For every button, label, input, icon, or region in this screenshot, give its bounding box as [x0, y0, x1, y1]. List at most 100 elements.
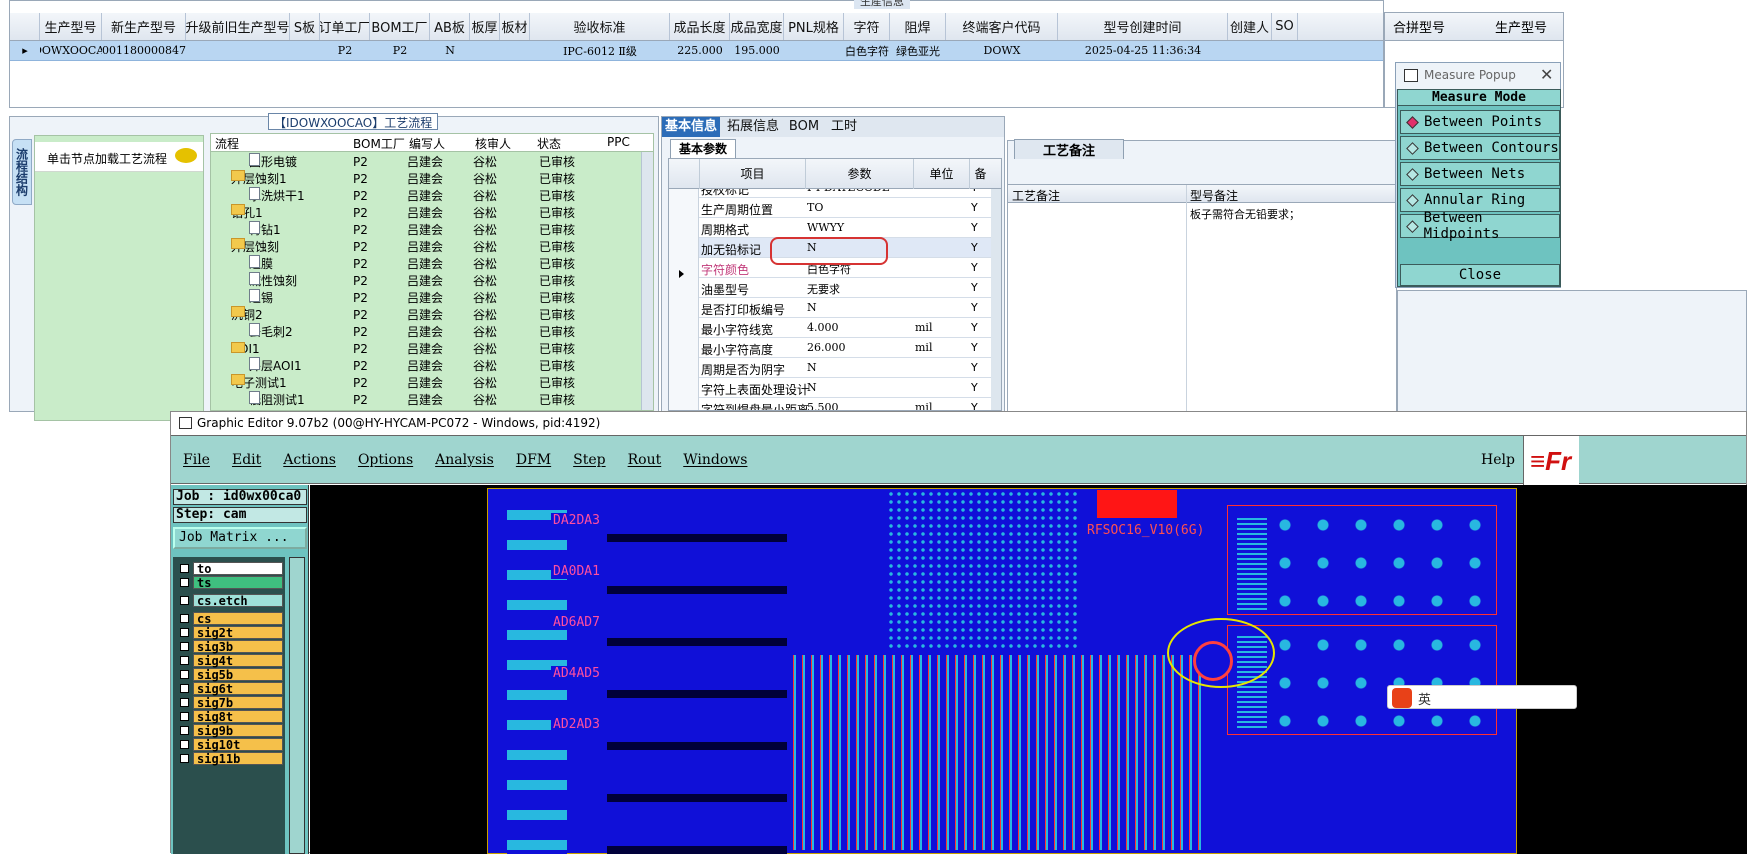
layer-row[interactable]: to [177, 561, 283, 575]
layer-row[interactable]: ts [177, 575, 283, 589]
layer-checkbox[interactable] [180, 627, 189, 637]
column-header[interactable]: 终端客户代码 [946, 13, 1058, 40]
column-header[interactable]: SO [1272, 13, 1298, 40]
flow-column-header[interactable]: 核审人 [475, 135, 511, 152]
params-row[interactable]: 周期是否为阴字 N Y [699, 358, 991, 378]
layer-checkbox[interactable] [180, 683, 189, 693]
row-selector[interactable]: ▸ [10, 41, 40, 60]
merge-model-header[interactable]: 合拼型号 [1393, 17, 1445, 36]
flow-node[interactable]: 外层AOI1 [249, 357, 302, 374]
grid-cell[interactable]: IDOWXOOCAO [40, 41, 102, 60]
layer-row[interactable]: sig11b [177, 751, 283, 765]
layer-row[interactable]: sig5b [177, 667, 283, 681]
layer-checkbox[interactable] [180, 697, 189, 707]
column-header[interactable]: 成品长度 [670, 13, 730, 40]
column-header[interactable]: BOM工厂 [370, 13, 430, 40]
flow-node[interactable]: 图形电镀 [249, 153, 297, 170]
column-header[interactable]: 验收标准 [530, 13, 670, 40]
measure-option[interactable]: Between Nets [1400, 162, 1560, 186]
flow-vertical-tab[interactable]: 流程结构 [12, 139, 32, 205]
layer-checkbox[interactable] [180, 711, 189, 721]
grid-cell[interactable] [784, 41, 844, 60]
param-value[interactable]: 5.500 [807, 401, 839, 410]
param-value[interactable]: N [807, 381, 817, 394]
menu-item[interactable]: Analysis [435, 452, 494, 468]
column-header[interactable]: 字符 [844, 13, 890, 40]
flow-node[interactable]: −外层蚀刻 [231, 238, 279, 255]
layer-row[interactable]: sig3b [177, 639, 283, 653]
params-row[interactable]: 授权标记 PT-DATECODE Y [699, 189, 991, 198]
layer-checkbox[interactable] [180, 655, 189, 665]
column-header[interactable]: 型号创建时间 [1058, 13, 1228, 40]
flow-scrollbar[interactable] [641, 152, 653, 410]
params-row[interactable]: 生产周期位置 TO Y [699, 198, 991, 218]
menu-item[interactable]: Rout [628, 452, 662, 468]
info-tab[interactable]: 基本信息 [662, 117, 720, 137]
layer-checkbox[interactable] [180, 641, 189, 651]
param-value[interactable]: N [807, 301, 817, 314]
flow-row[interactable]: 低阻测试1 P2 吕建会 谷松 已审核 [211, 390, 653, 409]
notes-tab[interactable]: 工艺备注 [1014, 139, 1124, 159]
column-header[interactable]: 升级前旧生产型号 [186, 13, 290, 40]
flow-column-header[interactable]: BOM工厂 [353, 135, 405, 152]
layer-row[interactable]: sig10t [177, 737, 283, 751]
grid-cell[interactable]: IPC-6012 Ⅱ级 [530, 41, 670, 60]
basic-params-tab[interactable]: 基本参数 [670, 139, 737, 158]
flow-node[interactable]: 水洗烘干1 [249, 187, 305, 204]
flow-node[interactable]: 去毛刺2 [249, 323, 293, 340]
grid-cell[interactable]: 225.000 [670, 41, 730, 60]
flow-node[interactable]: −电子测试1 [231, 374, 287, 391]
flow-column-header[interactable]: 状态 [537, 135, 561, 152]
grid-cell[interactable] [290, 41, 320, 60]
menu-item[interactable]: Actions [283, 452, 336, 468]
grid-cell[interactable]: 195.000 [730, 41, 784, 60]
param-value[interactable]: TO [807, 201, 823, 214]
column-header[interactable]: 订单工厂 [320, 13, 370, 40]
grid-cell[interactable] [186, 41, 290, 60]
grid-cell[interactable]: 绿色亚光 [890, 41, 946, 60]
grid-cell[interactable]: 白色字符 [844, 41, 890, 60]
param-value[interactable]: 26.000 [807, 341, 846, 354]
params-column-header[interactable]: 项目 [699, 159, 805, 189]
column-header[interactable]: 新生产型号 [102, 13, 186, 40]
grid-cell[interactable] [1228, 41, 1272, 60]
grid-data-row[interactable]: ▸IDOWXOOCAO10011800008473P2P2NIPC-6012 Ⅱ… [10, 41, 1383, 61]
column-header[interactable]: PNL规格 [784, 13, 844, 40]
layer-row[interactable]: sig6t [177, 681, 283, 695]
flow-node[interactable]: −钻孔1 [231, 204, 263, 221]
menu-item[interactable]: File [183, 452, 210, 468]
grid-cell[interactable]: 2025-04-25 11:36:34 [1058, 41, 1228, 60]
grid-cell[interactable]: N [430, 41, 470, 60]
menu-item[interactable]: DFM [516, 452, 551, 468]
grid-cell[interactable]: DOWX [946, 41, 1058, 60]
column-header[interactable]: 创建人 [1228, 13, 1272, 40]
params-row[interactable]: 最小字符线宽 4.000 mil Y [699, 318, 991, 338]
info-tab[interactable]: 拓展信息 [722, 117, 784, 137]
grid-cell[interactable] [500, 41, 530, 60]
layer-checkbox[interactable] [180, 613, 189, 623]
params-scrollbar[interactable] [991, 189, 1001, 410]
layer-row[interactable]: sig8t [177, 709, 283, 723]
flow-column-header[interactable]: 编写人 [409, 135, 445, 152]
param-value[interactable]: N [807, 361, 817, 374]
layer-checkbox[interactable] [180, 577, 189, 587]
layer-row[interactable]: cs [177, 611, 283, 625]
merge-production-header[interactable]: 生产型号 [1495, 17, 1547, 36]
flow-node[interactable]: 退膜 [249, 255, 273, 272]
menu-item[interactable]: Windows [683, 452, 747, 468]
grid-cell[interactable] [1272, 41, 1298, 60]
menu-item[interactable]: Edit [232, 452, 261, 468]
layer-checkbox[interactable] [180, 669, 189, 679]
column-header[interactable]: S板 [290, 13, 320, 40]
layer-row[interactable]: sig7b [177, 695, 283, 709]
layer-checkbox[interactable] [180, 725, 189, 735]
layer-scrollbar[interactable] [289, 557, 305, 854]
menu-item[interactable]: Step [573, 452, 605, 468]
column-header[interactable]: AB板 [430, 13, 470, 40]
layer-checkbox[interactable] [180, 595, 189, 605]
info-tab[interactable]: 工时 [824, 117, 864, 137]
menu-item[interactable]: Options [358, 452, 413, 468]
params-row[interactable]: 字符到焊盘最小距离 5.500 mil Y [699, 398, 991, 410]
flow-node[interactable]: 背钻1 [249, 221, 281, 238]
params-column-header[interactable]: 单位 [913, 159, 969, 189]
